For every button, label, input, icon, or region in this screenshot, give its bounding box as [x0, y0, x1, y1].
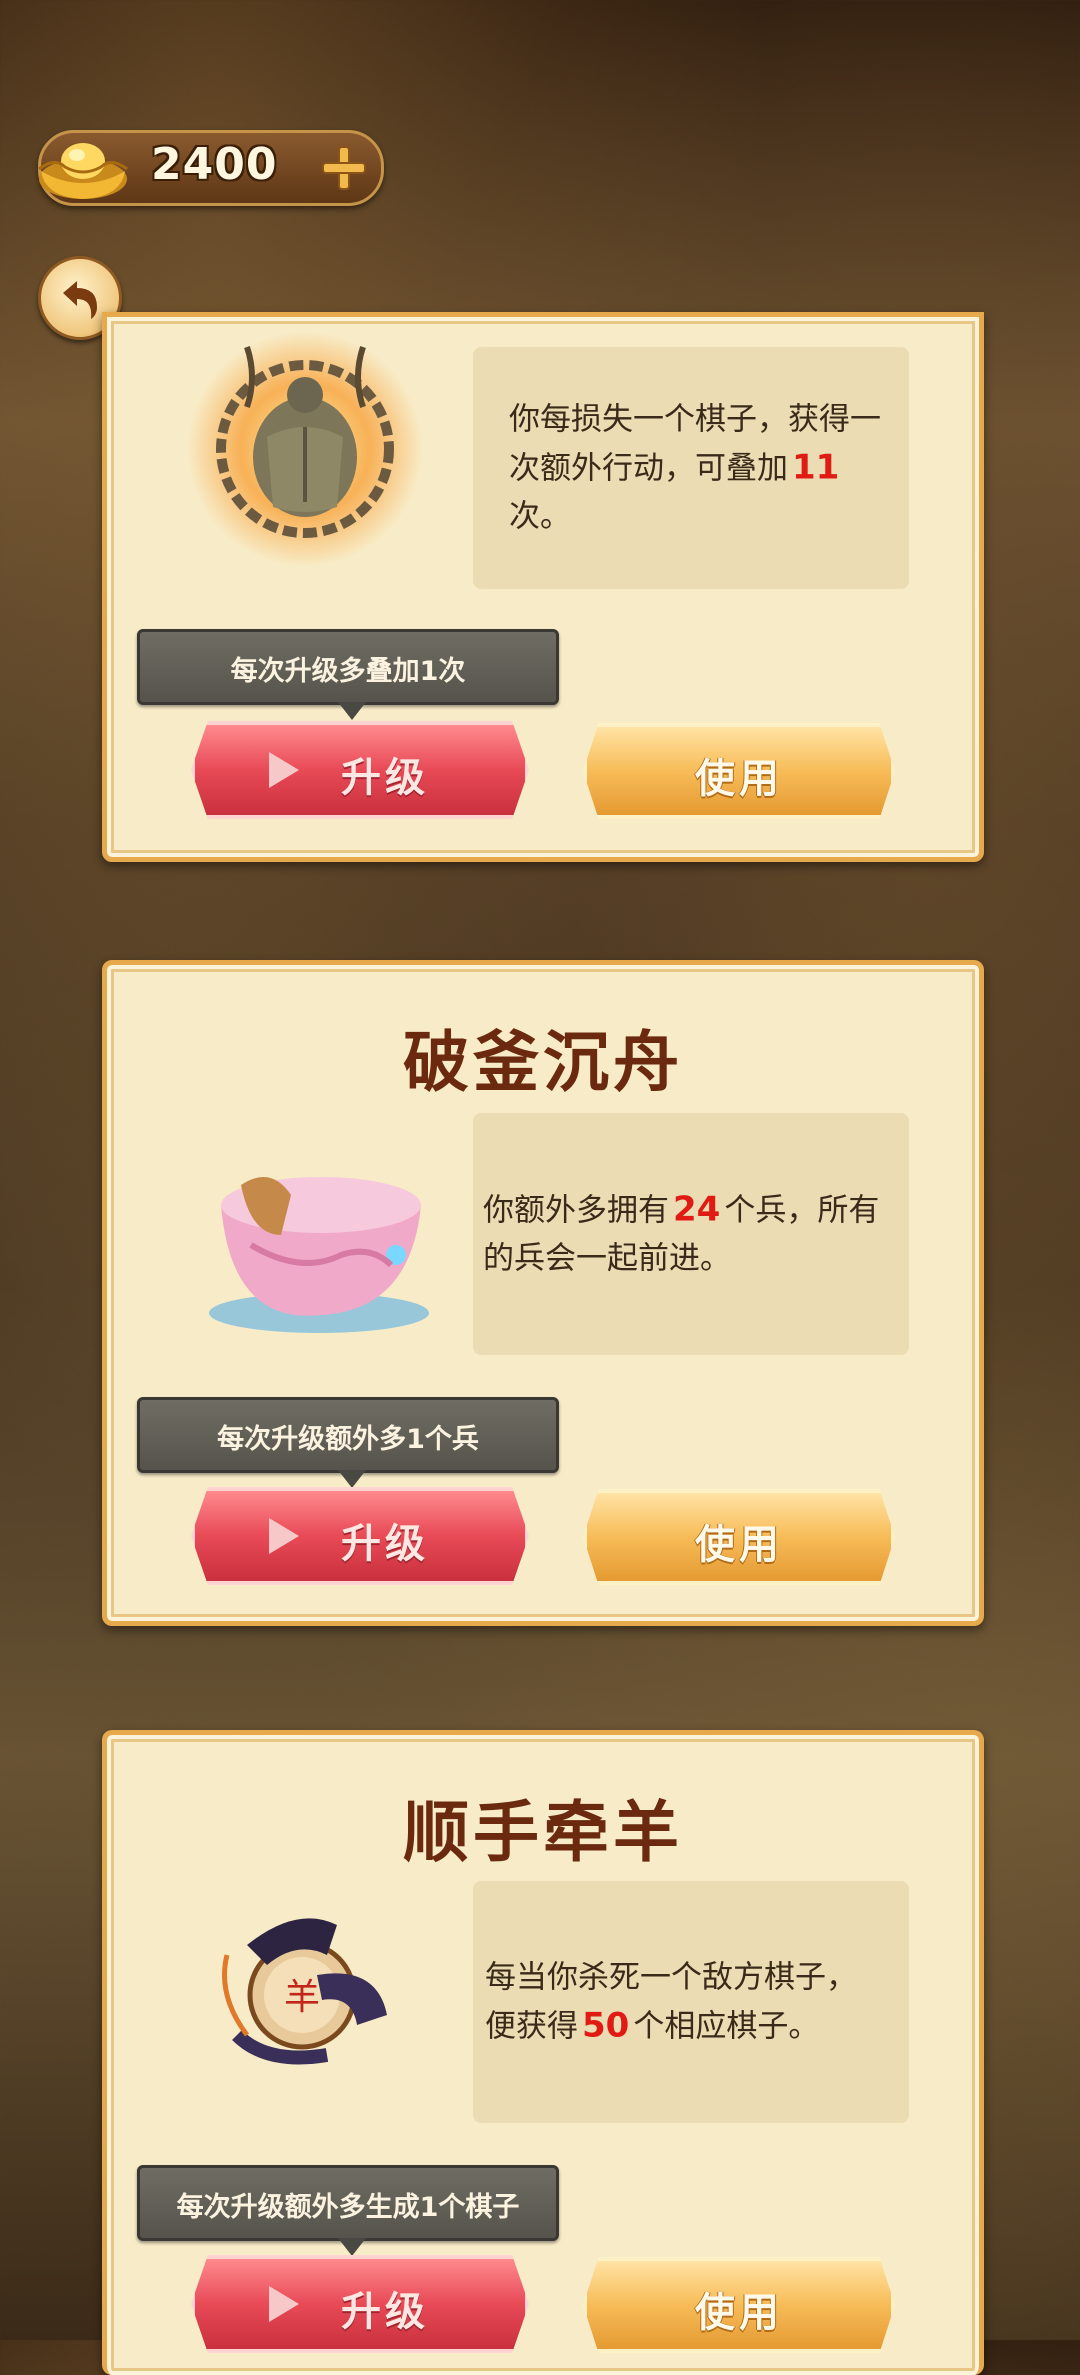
upgrade-button[interactable]: 升级 [191, 1487, 529, 1585]
upgrade-label: 升级 [341, 1521, 429, 1567]
skill-card-1: 你每损失一个棋子，获得一次额外行动，可叠加 11次。 每次升级多叠加1次 升级 使… [102, 312, 984, 862]
skill-value: 24 [673, 1189, 721, 1230]
skill-value: 11 [792, 447, 840, 488]
upgrade-label: 升级 [341, 2289, 429, 2335]
svg-text:羊: 羊 [284, 1977, 320, 2018]
upgrade-tooltip-text: 每次升级额外多1个兵 [217, 1424, 479, 1455]
skill-description: 你每损失一个棋子，获得一次额外行动，可叠加 11次。 [509, 401, 881, 535]
upgrade-tooltip-text: 每次升级额外多生成1个棋子 [176, 2192, 520, 2223]
use-button[interactable]: 使用 [583, 2257, 895, 2353]
plus-icon[interactable] [317, 141, 371, 195]
upgrade-tooltip: 每次升级额外多1个兵 [137, 1397, 559, 1488]
skill-title: 顺手牵羊 [403, 1793, 683, 1871]
play-icon [269, 2286, 299, 2322]
upgrade-tooltip: 每次升级多叠加1次 [137, 629, 559, 720]
use-label: 使用 [695, 756, 783, 802]
skill-card-3: 顺手牵羊 羊 每当你杀死一个敌方棋子，便获得 50 个相应棋子。 每次升级额外多生成… [102, 1730, 984, 2375]
back-arrow-icon [63, 281, 97, 319]
skill-description: 每当你杀死一个敌方棋子，便获得 50 个相应棋子。 [485, 1959, 857, 2046]
upgrade-tooltip-text: 每次升级多叠加1次 [230, 656, 466, 687]
gold-ingot-icon [38, 143, 128, 199]
play-icon [269, 1518, 299, 1554]
upgrade-label: 升级 [341, 755, 429, 801]
chained-warrior-art [187, 331, 423, 567]
skill-card-2: 破釜沉舟 你额外多拥有 24 个兵，所有的兵会一起前进。 每次升级额外多1个兵 升级… [102, 960, 984, 1626]
broken-cauldron-boat-art [209, 1177, 429, 1333]
skill-title: 破釜沉舟 [403, 1023, 683, 1101]
play-icon [269, 752, 299, 788]
use-button[interactable]: 使用 [583, 723, 895, 819]
skill-description-box: 你每损失一个棋子，获得一次额外行动，可叠加 11次。 [473, 347, 909, 589]
grabbing-claw-chess-piece-art: 羊 [222, 1918, 387, 2065]
upgrade-tooltip: 每次升级额外多生成1个棋子 [137, 2165, 559, 2256]
upgrade-button[interactable]: 升级 [191, 721, 529, 819]
skill-value: 50 [582, 2005, 630, 2046]
currency-amount: 2400 [151, 139, 278, 190]
skill-description-box: 你额外多拥有 24 个兵，所有的兵会一起前进。 [473, 1113, 909, 1355]
skill-description: 你额外多拥有 24 个兵，所有的兵会一起前进。 [483, 1189, 880, 1277]
upgrade-button[interactable]: 升级 [191, 2255, 529, 2353]
use-label: 使用 [695, 2290, 783, 2336]
use-button[interactable]: 使用 [583, 1489, 895, 1585]
use-label: 使用 [695, 1522, 783, 1568]
currency-bar: 2400 [38, 130, 384, 206]
skill-description-box: 每当你杀死一个敌方棋子，便获得 50 个相应棋子。 [473, 1881, 909, 2123]
